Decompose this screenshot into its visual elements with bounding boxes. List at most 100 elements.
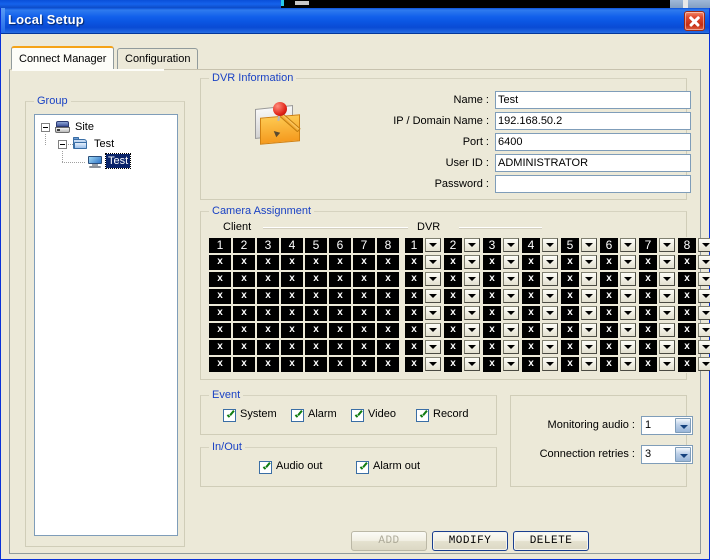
event-checkbox-alarm-box[interactable] — [291, 409, 304, 422]
chevron-down-icon[interactable] — [503, 289, 519, 303]
chevron-down-icon[interactable] — [464, 289, 480, 303]
chevron-down-icon[interactable] — [581, 340, 597, 354]
client-camera-cell[interactable]: x — [280, 322, 304, 339]
chevron-down-icon[interactable] — [503, 340, 519, 354]
dvr-camera-cell[interactable]: x — [560, 288, 580, 305]
dvr-camera-cell[interactable]: x — [443, 254, 463, 271]
dvr-camera-cell[interactable]: x — [677, 356, 697, 373]
chevron-down-icon[interactable] — [620, 306, 636, 320]
dvr-camera-cell[interactable]: x — [443, 271, 463, 288]
client-camera-cell[interactable]: x — [280, 271, 304, 288]
dvr-camera-cell[interactable]: x — [599, 288, 619, 305]
chevron-down-icon[interactable] — [581, 306, 597, 320]
chevron-down-icon[interactable] — [425, 289, 441, 303]
chevron-down-icon[interactable] — [425, 272, 441, 286]
chevron-down-icon[interactable] — [581, 323, 597, 337]
dvr-camera-cell[interactable]: x — [599, 305, 619, 322]
client-camera-cell[interactable]: x — [376, 254, 400, 271]
dvr-camera-cell[interactable]: x — [482, 288, 502, 305]
chevron-down-icon[interactable] — [620, 323, 636, 337]
chevron-down-icon[interactable] — [698, 289, 710, 303]
chevron-down-icon[interactable] — [503, 238, 519, 252]
dvr-camera-cell[interactable]: x — [443, 339, 463, 356]
chevron-down-icon[interactable] — [542, 306, 558, 320]
chevron-down-icon[interactable] — [620, 272, 636, 286]
client-camera-cell[interactable]: x — [328, 288, 352, 305]
client-camera-cell[interactable]: x — [376, 271, 400, 288]
connection-retries-select[interactable]: 3 — [641, 445, 693, 464]
dvr-camera-cell[interactable]: x — [677, 271, 697, 288]
dvr-camera-cell[interactable]: x — [521, 254, 541, 271]
client-camera-cell[interactable]: x — [208, 288, 232, 305]
tree-item-site[interactable]: Site — [35, 119, 177, 135]
chevron-down-icon[interactable] — [698, 357, 710, 371]
chevron-down-icon[interactable] — [659, 323, 675, 337]
dvr-camera-cell[interactable]: x — [404, 339, 424, 356]
client-camera-cell[interactable]: x — [352, 322, 376, 339]
dvr-camera-cell[interactable]: x — [443, 288, 463, 305]
chevron-down-icon[interactable] — [581, 272, 597, 286]
client-camera-cell[interactable]: x — [328, 322, 352, 339]
client-camera-cell[interactable]: x — [256, 254, 280, 271]
client-camera-cell[interactable]: x — [376, 288, 400, 305]
dvr-camera-cell[interactable]: x — [560, 339, 580, 356]
client-camera-cell[interactable]: x — [280, 288, 304, 305]
client-camera-cell[interactable]: x — [232, 288, 256, 305]
client-camera-cell[interactable]: x — [208, 271, 232, 288]
dvr-camera-cell[interactable]: x — [560, 356, 580, 373]
chevron-down-icon[interactable] — [659, 272, 675, 286]
chevron-down-icon[interactable] — [620, 357, 636, 371]
client-camera-cell[interactable]: x — [376, 339, 400, 356]
client-camera-cell[interactable]: x — [376, 356, 400, 373]
chevron-down-icon[interactable] — [698, 272, 710, 286]
dvr-camera-cell[interactable]: x — [482, 305, 502, 322]
dvr-camera-cell[interactable]: x — [638, 271, 658, 288]
client-camera-cell[interactable]: x — [352, 356, 376, 373]
client-camera-cell[interactable]: x — [256, 322, 280, 339]
chevron-down-icon[interactable] — [503, 323, 519, 337]
dvr-camera-cell[interactable]: x — [677, 254, 697, 271]
client-camera-cell[interactable]: x — [232, 356, 256, 373]
client-camera-cell[interactable]: x — [256, 305, 280, 322]
chevron-down-icon[interactable] — [620, 340, 636, 354]
dvr-camera-cell[interactable]: x — [482, 356, 502, 373]
tab-configuration[interactable]: Configuration — [117, 48, 199, 69]
chevron-down-icon[interactable] — [698, 323, 710, 337]
chevron-down-icon[interactable] — [464, 357, 480, 371]
dvr-camera-cell[interactable]: x — [677, 339, 697, 356]
chevron-down-icon[interactable] — [698, 238, 710, 252]
tree-expander-test-folder[interactable] — [58, 140, 67, 149]
dvr-camera-cell[interactable]: x — [677, 288, 697, 305]
chevron-down-icon[interactable] — [464, 340, 480, 354]
dvr-camera-cell[interactable]: x — [443, 322, 463, 339]
client-camera-cell[interactable]: x — [208, 305, 232, 322]
in-out-checkbox-alarm-out-box[interactable] — [356, 461, 369, 474]
chevron-down-icon[interactable] — [503, 306, 519, 320]
client-camera-cell[interactable]: x — [376, 322, 400, 339]
client-camera-cell[interactable]: x — [208, 356, 232, 373]
dvr-camera-cell[interactable]: x — [521, 322, 541, 339]
chevron-down-icon[interactable] — [698, 306, 710, 320]
chevron-down-icon[interactable] — [659, 306, 675, 320]
chevron-down-icon[interactable] — [659, 289, 675, 303]
dvr-camera-cell[interactable]: x — [404, 271, 424, 288]
chevron-down-icon[interactable] — [425, 323, 441, 337]
tree-expander-site[interactable] — [41, 123, 50, 132]
client-camera-cell[interactable]: x — [304, 271, 328, 288]
client-camera-cell[interactable]: x — [256, 288, 280, 305]
monitoring-audio-select[interactable]: 1 — [641, 416, 693, 435]
chevron-down-icon[interactable] — [464, 255, 480, 269]
chevron-down-icon[interactable] — [503, 357, 519, 371]
client-camera-cell[interactable]: x — [328, 305, 352, 322]
client-camera-cell[interactable]: x — [232, 339, 256, 356]
dvr-camera-cell[interactable]: x — [521, 356, 541, 373]
chevron-down-icon[interactable] — [464, 306, 480, 320]
client-camera-cell[interactable]: x — [376, 305, 400, 322]
dvr-camera-cell[interactable]: x — [482, 322, 502, 339]
dvr-camera-cell[interactable]: x — [638, 254, 658, 271]
chevron-down-icon[interactable] — [425, 306, 441, 320]
dvr-camera-cell[interactable]: x — [638, 322, 658, 339]
chevron-down-icon[interactable] — [542, 272, 558, 286]
chevron-down-icon[interactable] — [675, 418, 691, 433]
dvr-camera-cell[interactable]: x — [521, 288, 541, 305]
